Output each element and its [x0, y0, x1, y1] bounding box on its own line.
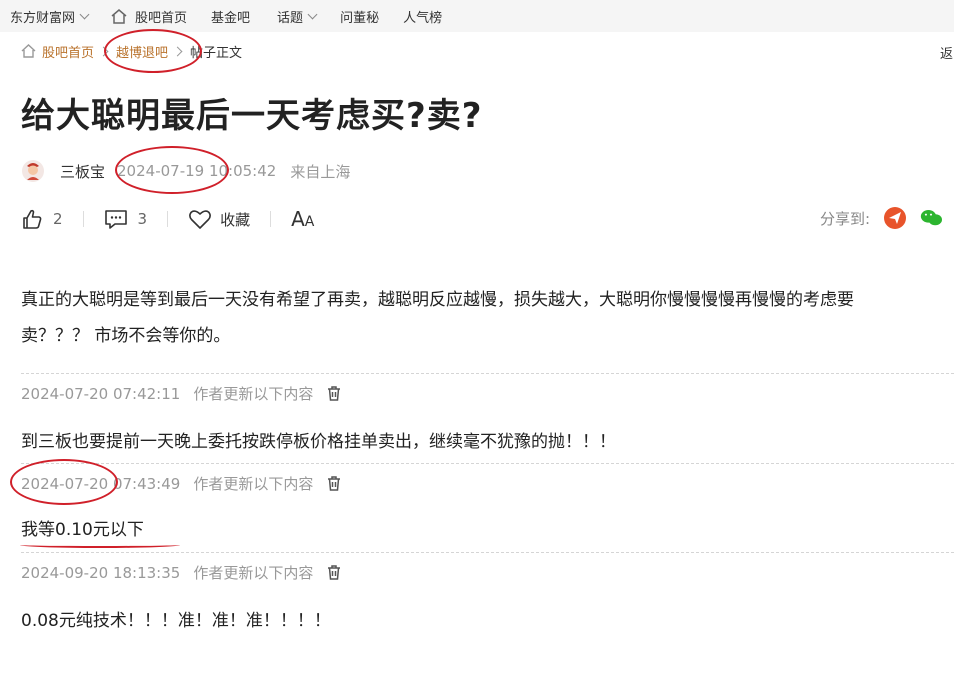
- thumbs-up-icon: [23, 209, 42, 229]
- favorite-button[interactable]: 收藏: [188, 208, 250, 230]
- like-count: 2: [53, 210, 63, 228]
- dashed-divider: [21, 373, 954, 374]
- like-button[interactable]: 2: [21, 208, 63, 230]
- avatar-image: [22, 160, 44, 182]
- annotation-circle: [10, 459, 118, 505]
- update-text: 到三板也要提前一天晚上委托按跌停板价格挂单卖出，继续毫不犹豫的抛！！！: [21, 432, 616, 452]
- divider: [167, 211, 169, 227]
- nav-popularity-label: 人气榜: [403, 10, 443, 26]
- breadcrumb-home[interactable]: 股吧首页: [42, 42, 94, 61]
- share-bar: 分享到:: [820, 207, 943, 229]
- nav-guba-home-label: 股吧首页: [135, 10, 188, 26]
- chevron-down-icon: [307, 9, 318, 19]
- post-body-line: 真正的大聪明是等到最后一天没有希望了再卖，越聪明反应越慢，损失越大，大聪明你慢慢…: [21, 290, 854, 310]
- update-meta: 2024-09-20 18:13:35 作者更新以下内容: [21, 562, 342, 583]
- dashed-divider: [21, 463, 954, 464]
- home-icon: [21, 44, 36, 58]
- annotation-circle: [104, 29, 202, 73]
- annotation-circle: [115, 146, 229, 194]
- update-label: 作者更新以下内容: [193, 475, 314, 493]
- heart-icon: [189, 210, 212, 229]
- update-time: 2024-07-20 07:42:11: [21, 384, 181, 403]
- update-text: 我等0.10元以下: [21, 520, 144, 540]
- share-weibo-button[interactable]: [884, 207, 907, 229]
- font-size-small: A: [304, 214, 315, 230]
- font-size-big: A: [291, 207, 305, 231]
- update-label: 作者更新以下内容: [193, 385, 314, 403]
- top-navigation: 东方财富网 股吧首页 基金吧 话题 问董秘 人气榜: [0, 0, 954, 32]
- avatar[interactable]: [22, 160, 44, 182]
- trash-icon[interactable]: [326, 564, 342, 581]
- trash-icon[interactable]: [326, 385, 342, 402]
- comment-count: 3: [137, 210, 148, 228]
- back-link[interactable]: 返: [940, 43, 953, 62]
- favorite-label: 收藏: [220, 210, 251, 229]
- chevron-down-icon: [79, 9, 90, 19]
- post-body-line: 卖？？？ 市场不会等你的。: [21, 326, 231, 346]
- divider: [82, 211, 84, 227]
- trash-icon[interactable]: [326, 475, 342, 492]
- annotation-underline: [20, 542, 180, 548]
- paper-plane-icon: [889, 212, 902, 224]
- update-text: 0.08元纯技术！！！准！准！准！！！！: [21, 611, 331, 631]
- nav-eastmoney[interactable]: 东方财富网: [10, 0, 90, 32]
- post-location: 来自上海: [290, 162, 351, 181]
- update-time: 2024-09-20 18:13:35: [21, 563, 181, 582]
- comment-button[interactable]: 3: [104, 208, 148, 230]
- author-name[interactable]: 三板宝: [60, 161, 105, 182]
- post-actions: 2 3 收藏 AA: [21, 205, 314, 233]
- nav-fund-bar[interactable]: 基金吧: [211, 0, 250, 32]
- dashed-divider: [21, 552, 954, 553]
- comment-icon: [104, 210, 127, 229]
- divider: [270, 211, 272, 227]
- nav-popularity[interactable]: 人气榜: [403, 0, 442, 32]
- share-wechat-button[interactable]: [920, 207, 943, 229]
- update-meta: 2024-07-20 07:42:11 作者更新以下内容: [21, 383, 342, 404]
- nav-topics[interactable]: 话题: [277, 0, 318, 32]
- update-label: 作者更新以下内容: [193, 564, 314, 582]
- nav-eastmoney-label: 东方财富网: [10, 10, 76, 26]
- post-title: 给大聪明最后一天考虑买?卖?: [21, 96, 483, 136]
- share-label: 分享到:: [820, 209, 871, 228]
- nav-guba-home[interactable]: 股吧首页: [110, 0, 187, 32]
- wechat-icon: [920, 209, 943, 226]
- home-icon: [111, 8, 127, 24]
- nav-fund-bar-label: 基金吧: [211, 10, 251, 26]
- nav-topics-label: 话题: [277, 10, 304, 26]
- nav-ask-secretary-label: 问董秘: [340, 10, 380, 26]
- font-size-toggle[interactable]: AA: [291, 207, 314, 231]
- nav-ask-secretary[interactable]: 问董秘: [340, 0, 379, 32]
- post-body: 真正的大聪明是等到最后一天没有希望了再卖，越聪明反应越慢，损失越大，大聪明你慢慢…: [21, 282, 954, 354]
